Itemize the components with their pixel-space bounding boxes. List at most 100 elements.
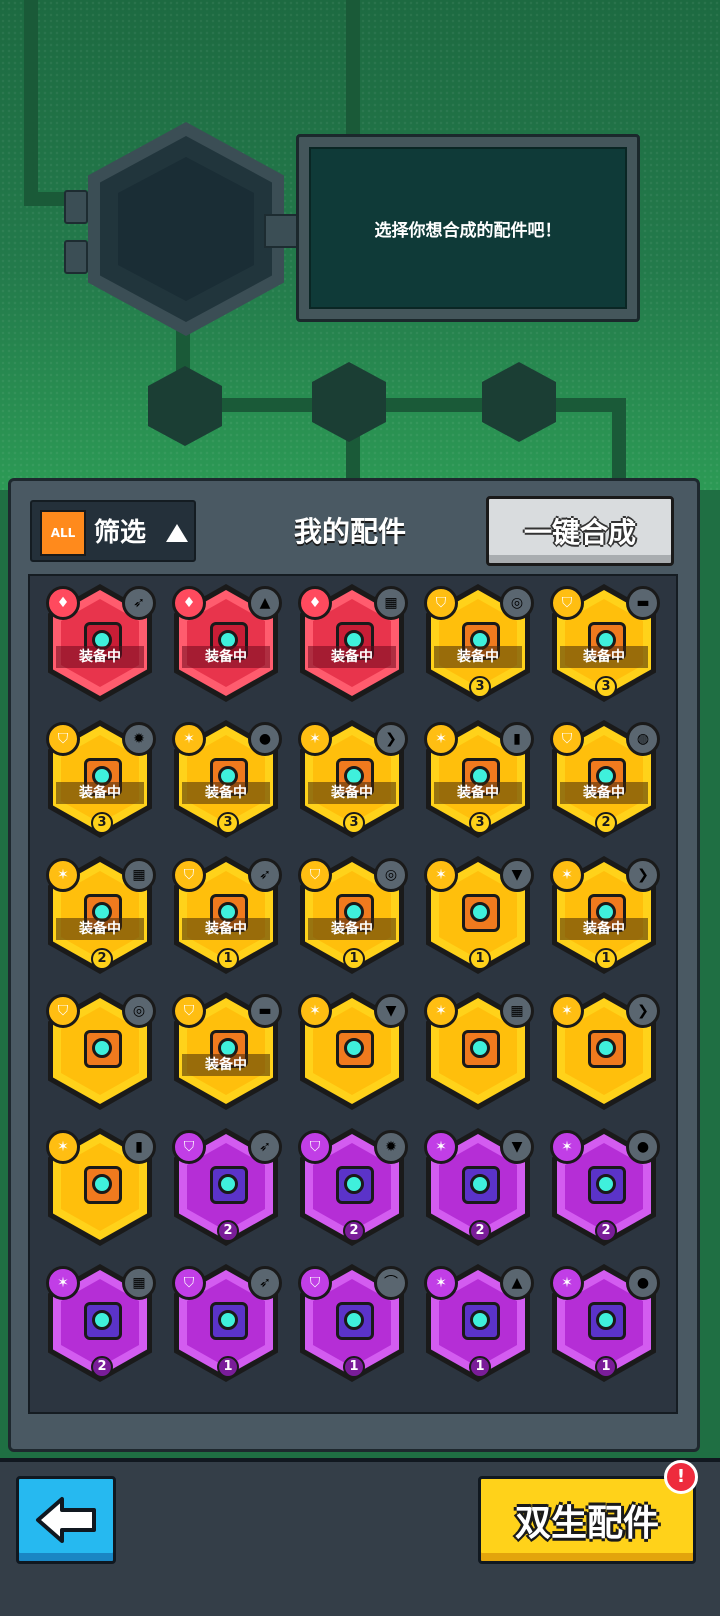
sort-up-arrow-icon: [166, 524, 188, 542]
part-device-icon: [80, 1022, 122, 1068]
connector-peg: [64, 190, 88, 224]
part-item[interactable]: ⛉ ➶ 装备中 1: [166, 852, 286, 980]
part-item[interactable]: ✶ ❯ 装备中 1: [544, 852, 664, 980]
equipped-label: 装备中: [182, 918, 270, 940]
part-item[interactable]: ⛉ ⌒ 1: [292, 1260, 412, 1388]
part-item[interactable]: ✶ ▮: [40, 1124, 160, 1252]
part-item[interactable]: ⛉ ➶ 2: [166, 1124, 286, 1252]
merge-slot-2[interactable]: [312, 362, 386, 442]
circuit-trace: [176, 398, 626, 412]
shield-icon: ⛉: [172, 994, 206, 1028]
part-item[interactable]: ♦ ▦ 装备中: [292, 580, 412, 708]
level-badge: 3: [469, 812, 491, 834]
one-click-merge-button[interactable]: 一键合成: [486, 496, 674, 566]
device-lens: [470, 1310, 490, 1330]
shield-icon: ⛉: [172, 1130, 206, 1164]
level-badge: 1: [217, 948, 239, 970]
level-badge: 2: [91, 948, 113, 970]
level-badge: 1: [217, 1356, 239, 1378]
shield-icon: ⛉: [298, 1130, 332, 1164]
level-badge: 1: [595, 1356, 617, 1378]
soccer-ball-icon: ●: [248, 722, 282, 756]
equipped-label: 装备中: [182, 782, 270, 804]
part-item[interactable]: ✶ ❯ 装备中 3: [292, 716, 412, 844]
merge-slot-3[interactable]: [482, 362, 556, 442]
part-device-icon: [458, 886, 500, 932]
equipped-label: 装备中: [560, 646, 648, 668]
claw-icon: ✶: [424, 1130, 458, 1164]
part-item[interactable]: ✶ ▦ 2: [40, 1260, 160, 1388]
soccer-ball-icon: ●: [626, 1130, 660, 1164]
circuit-trace: [346, 0, 360, 134]
part-item[interactable]: ✶ ❯: [544, 988, 664, 1116]
claw-icon: ✶: [298, 722, 332, 756]
part-item[interactable]: ⛉ ◎ 装备中 1: [292, 852, 412, 980]
part-item[interactable]: ✶ ▦: [418, 988, 538, 1116]
shield-icon: ⛉: [298, 858, 332, 892]
level-badge: 1: [469, 948, 491, 970]
shield-icon: ⛉: [172, 858, 206, 892]
merge-slot-1[interactable]: [148, 366, 222, 446]
soccer-ball-icon: ●: [626, 1266, 660, 1300]
device-lens: [92, 1038, 112, 1058]
virus-icon: ✹: [122, 722, 156, 756]
filter-button[interactable]: ALL 筛选: [30, 500, 196, 562]
gear-box-icon: ▦: [374, 586, 408, 620]
part-item[interactable]: ✶ ▼: [292, 988, 412, 1116]
drill-icon: ▼: [500, 1130, 534, 1164]
part-item[interactable]: ⛉ ✹ 装备中 3: [40, 716, 160, 844]
shield-icon: ⛉: [46, 994, 80, 1028]
target-disc-icon: ◎: [122, 994, 156, 1028]
claw-icon: ✶: [46, 1266, 80, 1300]
equipped-label: 装备中: [434, 782, 522, 804]
claw-icon: ✶: [424, 722, 458, 756]
part-device-icon: [584, 1158, 626, 1204]
shield-icon: ⛉: [172, 1266, 206, 1300]
equipped-label: 装备中: [56, 918, 144, 940]
claw-icon: ✶: [46, 858, 80, 892]
part-device-icon: [584, 1022, 626, 1068]
part-item[interactable]: ⛉ ▬ 装备中: [166, 988, 286, 1116]
part-item[interactable]: ✶ ▦ 装备中 2: [40, 852, 160, 980]
level-badge: 3: [217, 812, 239, 834]
part-item[interactable]: ⛉ ▬ 装备中 3: [544, 580, 664, 708]
twin-parts-button[interactable]: 双生配件: [478, 1476, 696, 1564]
part-item[interactable]: ⛉ ◍ 装备中 2: [544, 716, 664, 844]
boomerang-icon: ❯: [374, 722, 408, 756]
level-badge: 1: [343, 1356, 365, 1378]
part-item[interactable]: ✶ ▮ 装备中 3: [418, 716, 538, 844]
part-device-icon: [584, 1294, 626, 1340]
part-item[interactable]: ✶ ● 装备中 3: [166, 716, 286, 844]
part-device-icon: [206, 1158, 248, 1204]
claw-icon: ✶: [424, 858, 458, 892]
part-item[interactable]: ⛉ ✹ 2: [292, 1124, 412, 1252]
back-button[interactable]: [16, 1476, 116, 1564]
part-item[interactable]: ⛉ ◎: [40, 988, 160, 1116]
shield-icon: ⛉: [46, 722, 80, 756]
part-item[interactable]: ✶ ▲ 1: [418, 1260, 538, 1388]
level-badge: 2: [343, 1220, 365, 1242]
part-item[interactable]: ✶ ● 1: [544, 1260, 664, 1388]
prompt-text: 选择你想合成的配件吧！: [309, 147, 627, 309]
device-lens: [218, 1310, 238, 1330]
shield-icon: ⛉: [298, 1266, 332, 1300]
claw-icon: ✶: [172, 722, 206, 756]
claw-icon: ✶: [550, 858, 584, 892]
equipped-label: 装备中: [308, 782, 396, 804]
claw-icon: ✶: [550, 1130, 584, 1164]
device-lens: [218, 1174, 238, 1194]
part-item[interactable]: ⛉ ◎ 装备中 3: [418, 580, 538, 708]
claw-icon: ✶: [550, 1266, 584, 1300]
shield-icon: ⛉: [424, 586, 458, 620]
part-item[interactable]: ✶ ▼ 2: [418, 1124, 538, 1252]
part-item[interactable]: ✶ ● 2: [544, 1124, 664, 1252]
circuit-trace: [24, 0, 38, 206]
part-item[interactable]: ♦ ➶ 装备中: [40, 580, 160, 708]
rocket-icon: ➶: [248, 1130, 282, 1164]
part-item[interactable]: ✶ ▼ 1: [418, 852, 538, 980]
equipped-label: 装备中: [182, 1054, 270, 1076]
shield-crest-icon: ♦: [172, 586, 206, 620]
part-item[interactable]: ♦ ▲ 装备中: [166, 580, 286, 708]
part-item[interactable]: ⛉ ➶ 1: [166, 1260, 286, 1388]
boomerang-icon: ❯: [626, 994, 660, 1028]
